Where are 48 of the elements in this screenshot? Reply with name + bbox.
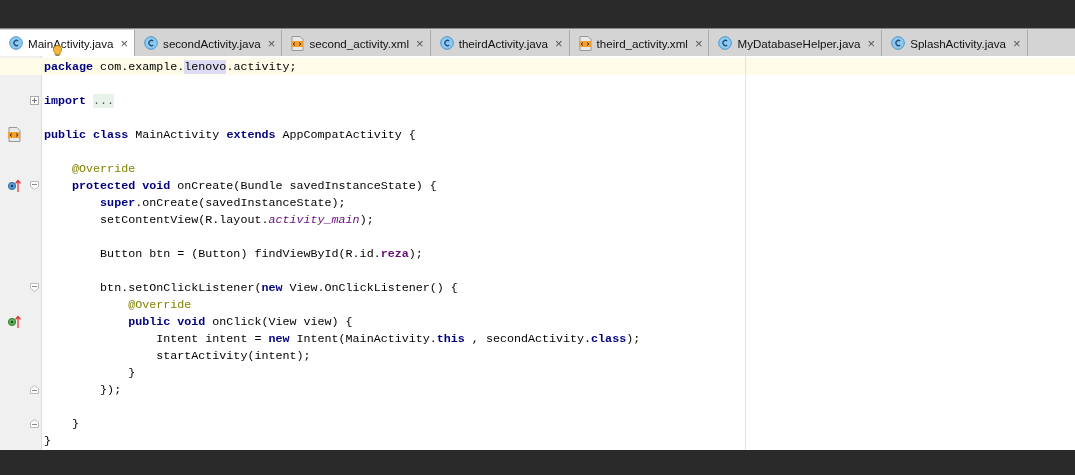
fold-end-icon (29, 385, 39, 394)
code-line: import ... (44, 93, 115, 108)
implement-arrow-icon (7, 314, 21, 329)
tab-label: theirdActivity.java (458, 36, 548, 50)
fold-icon (29, 283, 39, 292)
code-line: Intent intent = new Intent(MainActivity.this , secondActivity.class); (155, 331, 641, 346)
tab-label: MainActivity.java (28, 36, 114, 50)
tab-label: SplashActivity.java (910, 36, 1006, 50)
code-line: public void onClick(View view) { (127, 314, 353, 329)
class-file-icon (891, 36, 906, 50)
code-line: } (44, 433, 51, 448)
code-line: @Override (71, 161, 136, 176)
xml-file-icon (291, 35, 305, 51)
fold-end-icon (29, 419, 39, 428)
code-line: @Override (127, 297, 192, 312)
close-icon[interactable]: × (120, 35, 129, 51)
class-file-icon (718, 36, 733, 50)
close-icon[interactable]: × (416, 35, 424, 51)
code-line: } (127, 365, 136, 380)
xml-file-icon (578, 35, 592, 51)
code-line: package com.example.lenovo.activity; (44, 59, 297, 74)
tab-label: second_activity.xml (309, 36, 410, 50)
code-line: setContentView(R.layout.activity_main); (99, 212, 374, 227)
code-line: protected void onCreate(Bundle savedInstanceState) { (71, 178, 437, 193)
class-file-icon (144, 36, 159, 50)
code-line: super.onCreate(savedInstanceState); (99, 195, 346, 210)
class-file-icon (439, 36, 454, 50)
code-editor[interactable] (0, 56, 1075, 450)
close-icon[interactable]: × (1012, 35, 1021, 51)
close-icon[interactable]: × (694, 35, 703, 51)
file-tab[interactable]: MainActivity.java × (0, 30, 136, 56)
xml-file-icon (7, 127, 21, 142)
code-line: Button btn = (Button) findViewById(R.id.reza); (99, 246, 423, 261)
tab-label: theird_activity.xml (596, 36, 688, 50)
code-line: btn.setOnClickListener(new View.OnClickListener() { (99, 280, 458, 295)
expand-icon (29, 96, 39, 105)
tab-label: secondActivity.java (163, 36, 261, 50)
code-line: }); (99, 382, 122, 397)
close-icon[interactable]: × (267, 35, 276, 51)
code-line: public class MainActivity extends AppCompatActivity { (44, 127, 416, 142)
fold-icon (29, 181, 39, 190)
close-icon[interactable]: × (867, 35, 876, 51)
class-file-icon (9, 36, 23, 50)
code-line: startActivity(intent); (155, 348, 311, 363)
close-icon[interactable]: × (555, 35, 563, 51)
override-arrow-icon (7, 178, 21, 193)
code-line: } (71, 416, 80, 431)
tab-label: MyDatabaseHelper.java (737, 36, 861, 50)
